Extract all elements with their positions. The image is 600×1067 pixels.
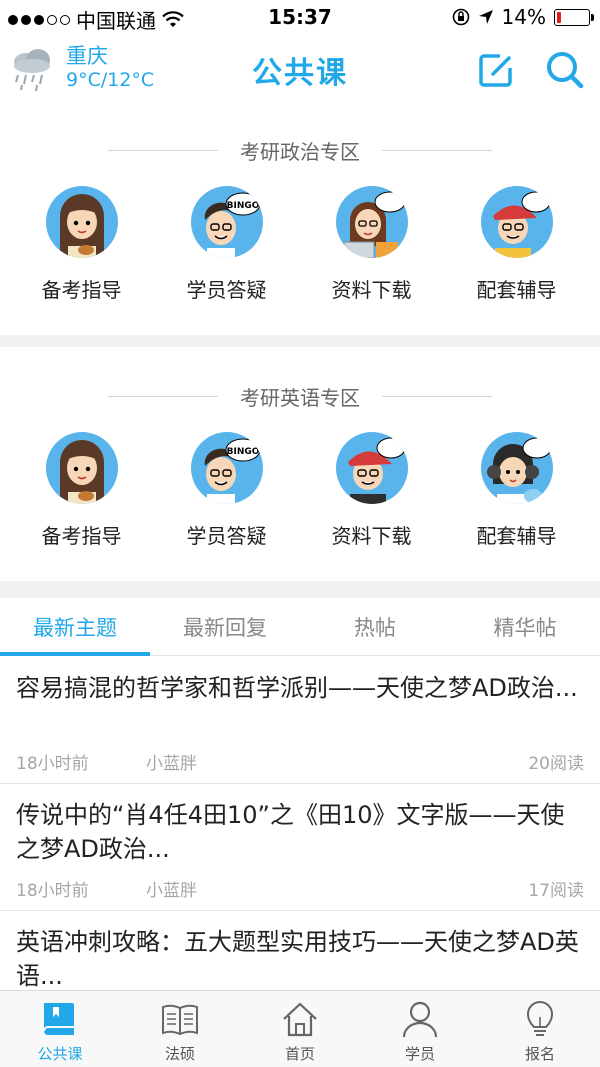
post-title[interactable]: 传说中的“肖4任4田10”之《田10》文字版——天使之梦AD政治... xyxy=(16,798,584,868)
battery-icon xyxy=(554,8,594,26)
zone-item-label: 配套辅导 xyxy=(476,278,557,302)
zone-item-label: 资料下载 xyxy=(331,524,412,548)
zone-title: 考研英语专区 xyxy=(240,385,360,410)
open-book-icon xyxy=(162,1004,198,1036)
zone-item-tutoring[interactable]: 配套辅导 xyxy=(444,432,589,549)
zone-item-qa[interactable]: BINGO 学员答疑 xyxy=(154,186,299,303)
zone-item-guide[interactable]: 备考指导 xyxy=(9,432,154,549)
post-title[interactable]: 英语冲刺攻略：五大题型实用技巧——天使之梦AD英语... xyxy=(16,925,584,990)
location-arrow-icon xyxy=(478,10,493,24)
list-item[interactable]: 传说中的“肖4任4田10”之《田10》文字版——天使之梦AD政治... 18小时… xyxy=(0,784,600,911)
nav-item-students[interactable]: 学员 xyxy=(360,991,480,1067)
svg-text:BINGO: BINGO xyxy=(226,201,259,211)
lightbulb-icon xyxy=(526,1001,554,1036)
list-item[interactable]: 英语冲刺攻略：五大题型实用技巧——天使之梦AD英语... xyxy=(0,911,600,990)
nav-item-public-courses[interactable]: 公共课 xyxy=(0,991,120,1067)
book-icon xyxy=(43,1003,74,1035)
zone-item-label: 资料下载 xyxy=(331,278,412,302)
battery-fill xyxy=(557,11,562,23)
rain-cloud-icon xyxy=(14,49,50,92)
zone-item-tutoring[interactable]: 配套辅导 xyxy=(444,186,589,303)
boy-cap-avatar xyxy=(335,432,408,504)
status-bar-right: 14% xyxy=(452,5,594,29)
status-bar: 中国联通 15:37 14% xyxy=(0,0,600,34)
zone-title: 考研政治专区 xyxy=(240,139,360,164)
list-item[interactable]: 容易搞混的哲学家和哲学派别——天使之梦AD政治... 18小时前 小蓝胖 20阅… xyxy=(0,657,600,784)
zone-item-guide[interactable]: 备考指导 xyxy=(9,186,154,303)
boy-cap-avatar xyxy=(480,186,553,258)
girl-headphones-avatar xyxy=(480,432,553,504)
nav-label: 公共课 xyxy=(37,1045,83,1063)
girl-laptop-avatar xyxy=(335,186,408,258)
weather-city: 重庆 xyxy=(66,44,108,68)
post-views: 20阅读 xyxy=(528,753,584,774)
post-author[interactable]: 小蓝胖 xyxy=(146,749,197,774)
tab-latest-replies[interactable]: 最新回复 xyxy=(150,598,300,655)
girl-guitar-avatar xyxy=(45,432,118,504)
zone-item-label: 配套辅导 xyxy=(476,524,557,548)
edit-icon[interactable] xyxy=(476,50,516,90)
boy-bingo-avatar: BINGO xyxy=(190,186,263,258)
post-time: 18小时前 xyxy=(16,880,89,901)
boy-bingo-avatar: BINGO xyxy=(190,432,263,504)
post-time: 18小时前 xyxy=(16,753,89,774)
section-divider xyxy=(0,581,600,598)
weather-temperature: 9°C/12°C xyxy=(66,69,155,92)
weather-widget[interactable]: 重庆 9°C/12°C xyxy=(6,42,154,94)
nav-item-law-master[interactable]: 法硕 xyxy=(120,991,240,1067)
nav-item-register[interactable]: 报名 xyxy=(480,991,600,1067)
nav-label: 首页 xyxy=(284,1045,315,1063)
english-zone: 考研英语专区 备考指导 BINGO 学员答疑 资料下载 配套辅导 xyxy=(0,376,600,581)
tab-featured-posts[interactable]: 精华帖 xyxy=(450,598,600,655)
zone-item-label: 备考指导 xyxy=(41,278,122,302)
search-icon[interactable] xyxy=(544,50,584,90)
home-icon xyxy=(283,1002,317,1037)
zone-item-label: 学员答疑 xyxy=(186,524,267,548)
post-list: 容易搞混的哲学家和哲学派别——天使之梦AD政治... 18小时前 小蓝胖 20阅… xyxy=(0,657,600,990)
zone-heading: 考研政治专区 xyxy=(0,130,600,170)
zone-item-label: 学员答疑 xyxy=(186,278,267,302)
zone-item-qa[interactable]: BINGO 学员答疑 xyxy=(154,432,299,549)
svg-text:BINGO: BINGO xyxy=(226,447,259,457)
tab-latest-topics[interactable]: 最新主题 xyxy=(0,598,150,656)
bottom-nav: 公共课 法硕 首页 学员 报名 xyxy=(0,990,600,1067)
nav-label: 法硕 xyxy=(164,1045,195,1063)
post-views: 17阅读 xyxy=(528,880,584,901)
nav-label: 学员 xyxy=(404,1045,435,1063)
zone-item-download[interactable]: 资料下载 xyxy=(299,186,444,303)
post-tabs: 最新主题 最新回复 热帖 精华帖 xyxy=(0,598,600,656)
zone-item-label: 备考指导 xyxy=(41,524,122,548)
battery-percent: 14% xyxy=(501,5,546,29)
zone-item-download[interactable]: 资料下载 xyxy=(299,432,444,549)
nav-item-home[interactable]: 首页 xyxy=(240,991,360,1067)
post-author[interactable]: 小蓝胖 xyxy=(146,876,197,901)
tab-hot-posts[interactable]: 热帖 xyxy=(300,598,450,655)
zone-heading: 考研英语专区 xyxy=(0,376,600,416)
section-divider xyxy=(0,335,600,347)
person-icon xyxy=(402,1001,438,1038)
rotation-lock-icon xyxy=(452,8,469,26)
girl-guitar-avatar xyxy=(45,186,118,258)
politics-zone: 考研政治专区 备考指导 BINGO 学员答疑 资料下载 配套辅导 xyxy=(0,130,600,335)
post-title[interactable]: 容易搞混的哲学家和哲学派别——天使之梦AD政治... xyxy=(16,671,584,741)
app-header: 重庆 9°C/12°C 公共课 xyxy=(0,34,600,104)
nav-label: 报名 xyxy=(524,1045,555,1063)
